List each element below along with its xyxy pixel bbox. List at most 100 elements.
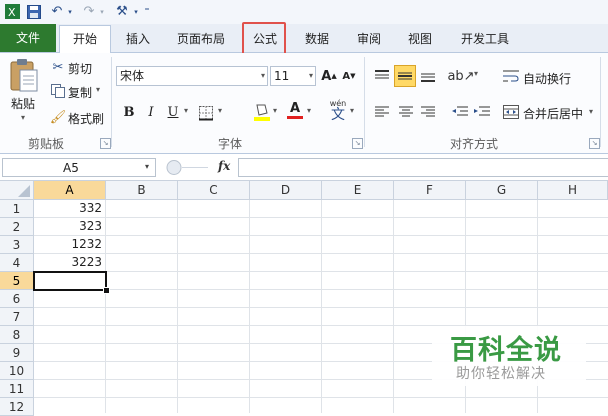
align-center-icon[interactable] [396, 103, 416, 121]
row-header-10[interactable]: 10 [0, 362, 34, 380]
undo-icon[interactable]: ↶ [48, 3, 66, 20]
align-right-icon[interactable] [418, 103, 438, 121]
save-icon[interactable] [26, 3, 42, 20]
row-header-6[interactable]: 6 [0, 290, 34, 308]
alignment-launcher-icon[interactable]: ↘ [589, 138, 600, 149]
copy-dropdown-icon[interactable]: ▾ [96, 85, 100, 94]
format-painter-icon[interactable]: 🖌 [50, 109, 67, 125]
clipboard-launcher-icon[interactable]: ↘ [100, 138, 111, 149]
format-painter-button[interactable]: 格式刷 [68, 110, 104, 127]
phonetic-guide-button[interactable]: wén 文 [326, 99, 350, 125]
font-size-dropdown-icon[interactable]: ▾ [309, 67, 313, 85]
customize-toolbar-icon[interactable]: ⁼ [142, 3, 152, 20]
italic-button[interactable]: I [140, 101, 162, 123]
row-header-3[interactable]: 3 [0, 236, 34, 254]
tab-review[interactable]: 审阅 [350, 26, 388, 52]
row-header-7[interactable]: 7 [0, 308, 34, 326]
name-box-value: A5 [63, 161, 79, 175]
shrink-font-button[interactable]: A ▼ [338, 65, 360, 87]
row-header-9[interactable]: 9 [0, 344, 34, 362]
column-header-b[interactable]: B [106, 181, 178, 200]
underline-button[interactable]: U [162, 101, 184, 123]
name-box[interactable]: A5 ▾ [2, 158, 156, 177]
column-header-a[interactable]: A [34, 181, 106, 200]
cut-icon[interactable]: ✂ [50, 59, 66, 75]
paste-icon[interactable] [8, 57, 40, 93]
column-header-c[interactable]: C [178, 181, 250, 200]
cell-a2[interactable]: 323 [34, 218, 106, 236]
paste-label[interactable]: 粘贴 [11, 95, 35, 112]
orientation-dropdown-icon[interactable]: ▾ [474, 69, 478, 78]
underline-dropdown-icon[interactable]: ▾ [184, 106, 188, 115]
insert-function-button[interactable]: fx [218, 159, 230, 173]
cell-a3[interactable]: 1232 [34, 236, 106, 254]
tools-dropdown-icon[interactable]: ▾ [132, 3, 140, 20]
align-left-icon[interactable] [372, 103, 392, 121]
redo-dropdown-icon[interactable]: ▾ [98, 3, 106, 20]
undo-dropdown-icon[interactable]: ▾ [66, 3, 74, 20]
font-name-value: 宋体 [120, 69, 145, 83]
fill-color-dropdown-icon[interactable]: ▾ [273, 106, 277, 115]
row-header-1[interactable]: 1 [0, 200, 34, 218]
tab-data[interactable]: 数据 [298, 26, 336, 52]
cell-a1[interactable]: 332 [34, 200, 106, 218]
font-color-dropdown-icon[interactable]: ▾ [307, 106, 311, 115]
bold-button[interactable]: B [118, 101, 140, 123]
row-header-2[interactable]: 2 [0, 218, 34, 236]
merge-center-icon[interactable] [502, 103, 520, 121]
tab-developer[interactable]: 开发工具 [455, 26, 515, 52]
tools-icon[interactable]: ⚒ [112, 3, 132, 20]
font-name-select[interactable]: 宋体 ▾ [116, 66, 268, 86]
align-bottom-icon[interactable] [418, 67, 438, 85]
align-top-icon[interactable] [372, 67, 392, 85]
row-header-5[interactable]: 5 [0, 272, 34, 290]
font-size-value: 11 [274, 69, 290, 83]
tab-view[interactable]: 视图 [401, 26, 439, 52]
font-launcher-icon[interactable]: ↘ [352, 138, 363, 149]
merge-center-dropdown-icon[interactable]: ▾ [589, 107, 593, 116]
column-header-e[interactable]: E [322, 181, 394, 200]
fill-handle[interactable] [103, 287, 110, 294]
formula-bar-splitter[interactable] [160, 158, 210, 177]
cut-button[interactable]: 剪切 [68, 60, 92, 77]
cell-a4[interactable]: 3223 [34, 254, 106, 272]
select-all-corner[interactable] [0, 181, 34, 200]
tab-insert[interactable]: 插入 [118, 26, 158, 52]
row-header-12[interactable]: 12 [0, 398, 34, 416]
merge-center-button[interactable]: 合并后居中 [523, 105, 583, 122]
wrap-text-icon[interactable] [502, 67, 520, 85]
column-header-g[interactable]: G [466, 181, 538, 200]
row-header-4[interactable]: 4 [0, 254, 34, 272]
fill-color-icon[interactable] [252, 101, 272, 123]
formula-input[interactable] [238, 158, 608, 177]
font-size-select[interactable]: 11 ▾ [270, 66, 316, 86]
tab-file[interactable]: 文件 [0, 24, 56, 52]
tab-formulas[interactable]: 公式 [246, 26, 284, 52]
group-separator [111, 57, 112, 147]
font-color-button[interactable]: A [284, 99, 306, 121]
decrease-indent-icon[interactable] [450, 103, 470, 121]
borders-dropdown-icon[interactable]: ▾ [218, 106, 222, 115]
active-cell-a5[interactable] [33, 271, 107, 291]
copy-icon[interactable] [50, 83, 66, 99]
phonetic-guide-dropdown-icon[interactable]: ▾ [350, 106, 354, 115]
column-header-f[interactable]: F [394, 181, 466, 200]
name-box-dropdown-icon[interactable]: ▾ [145, 162, 149, 171]
column-header-h[interactable]: H [538, 181, 608, 200]
wrap-text-button[interactable]: 自动换行 [523, 70, 571, 87]
column-header-d[interactable]: D [250, 181, 322, 200]
grow-font-button[interactable]: A ▲ [318, 65, 340, 87]
row-header-11[interactable]: 11 [0, 380, 34, 398]
row-header-8[interactable]: 8 [0, 326, 34, 344]
tab-home[interactable]: 开始 [59, 25, 111, 53]
borders-icon[interactable] [196, 103, 216, 123]
phonetic-guide-char: 文 [331, 107, 345, 123]
tab-page-layout[interactable]: 页面布局 [172, 26, 230, 52]
increase-indent-icon[interactable] [472, 103, 492, 121]
redo-icon[interactable]: ↷ [80, 3, 98, 20]
font-name-dropdown-icon[interactable]: ▾ [261, 67, 265, 85]
paste-dropdown-icon[interactable]: ▾ [21, 113, 25, 122]
orientation-icon[interactable]: ab↗ [447, 66, 474, 86]
copy-button[interactable]: 复制 [68, 84, 92, 101]
align-middle-icon[interactable] [394, 65, 416, 87]
